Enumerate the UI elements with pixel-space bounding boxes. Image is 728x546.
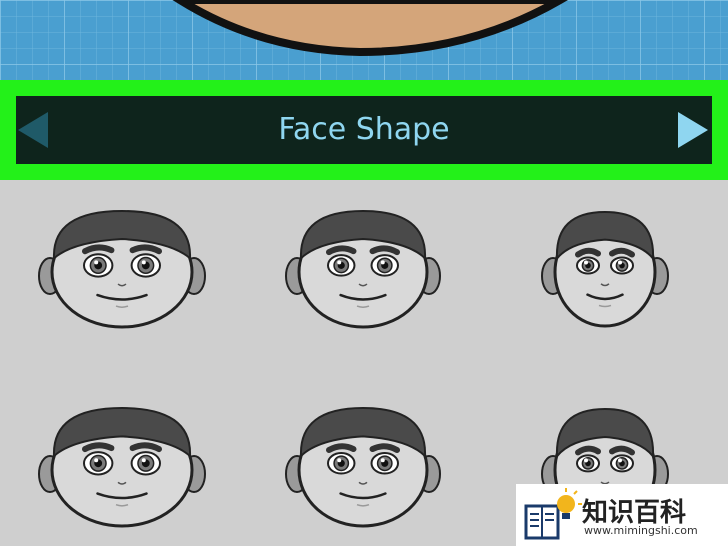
watermark-url: www.mimingshi.com bbox=[584, 524, 698, 537]
face-shape-icon bbox=[285, 209, 441, 329]
face-option-3[interactable] bbox=[530, 206, 680, 338]
next-category-button[interactable] bbox=[672, 110, 712, 150]
face-option-2[interactable] bbox=[274, 205, 452, 339]
category-title: Face Shape bbox=[278, 112, 450, 147]
watermark: 知识百科 www.mimingshi.com bbox=[516, 484, 728, 546]
book-bulb-logo-icon bbox=[524, 488, 582, 540]
category-bar-highlight: Face Shape bbox=[0, 80, 728, 180]
arrow-right-icon bbox=[678, 112, 708, 148]
face-shape-icon bbox=[285, 406, 441, 528]
face-shape-icon bbox=[541, 210, 669, 328]
face-option-5[interactable] bbox=[274, 402, 452, 538]
category-bar: Face Shape bbox=[16, 96, 712, 164]
preview-canvas bbox=[0, 0, 728, 80]
avatar-preview bbox=[0, 0, 728, 80]
face-option-1[interactable] bbox=[27, 205, 217, 339]
face-option-4[interactable] bbox=[27, 402, 217, 538]
face-shape-icon bbox=[38, 209, 206, 329]
face-shape-icon bbox=[38, 406, 206, 528]
